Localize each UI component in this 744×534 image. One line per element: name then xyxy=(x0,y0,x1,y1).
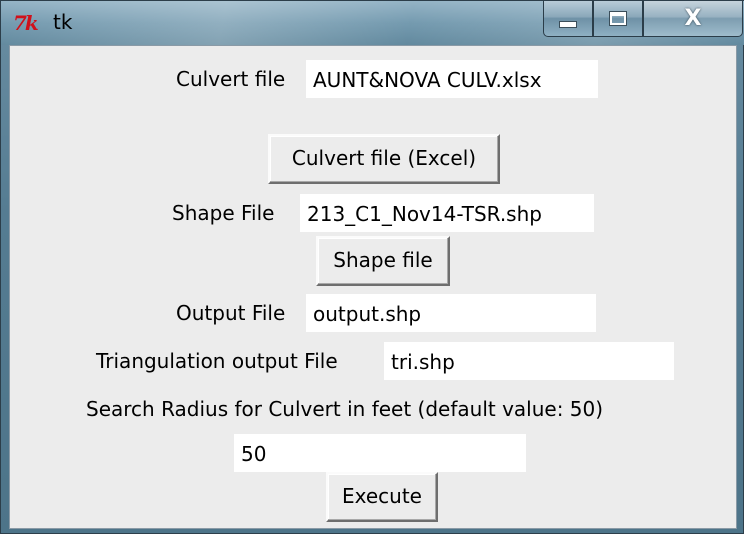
triangulation-output-label: Triangulation output File xyxy=(96,349,338,373)
client-area: Culvert file AUNT&NOVA CULV.xlsx Culvert… xyxy=(9,45,737,529)
output-file-input[interactable]: output.shp xyxy=(306,294,596,332)
shape-file-label: Shape File xyxy=(172,201,275,225)
title-bar[interactable]: 7k tk X xyxy=(1,1,744,45)
execute-button[interactable]: Execute xyxy=(326,472,438,522)
window-title: tk xyxy=(53,10,73,34)
maximize-button[interactable] xyxy=(593,1,643,37)
triangulation-output-input[interactable]: tri.shp xyxy=(384,342,674,380)
output-file-label: Output File xyxy=(176,301,286,325)
maximize-icon xyxy=(610,12,626,25)
culvert-file-input[interactable]: AUNT&NOVA CULV.xlsx xyxy=(306,60,598,98)
window-frame: 7k tk X Culvert file AUNT&NOVA CULV.xlsx… xyxy=(0,0,744,534)
close-icon: X xyxy=(684,6,702,31)
minimize-button[interactable] xyxy=(543,1,593,37)
window-controls: X xyxy=(543,1,743,39)
search-radius-label: Search Radius for Culvert in feet (defau… xyxy=(86,397,604,421)
culvert-file-excel-button[interactable]: Culvert file (Excel) xyxy=(268,134,500,184)
shape-file-button[interactable]: Shape file xyxy=(316,236,450,286)
minimize-icon xyxy=(559,21,577,28)
search-radius-input[interactable]: 50 xyxy=(234,434,526,472)
tk-logo-icon: 7k xyxy=(13,11,39,35)
culvert-file-label: Culvert file xyxy=(176,67,286,91)
shape-file-input[interactable]: 213_C1_Nov14-TSR.shp xyxy=(300,194,594,232)
close-button[interactable]: X xyxy=(643,1,743,37)
